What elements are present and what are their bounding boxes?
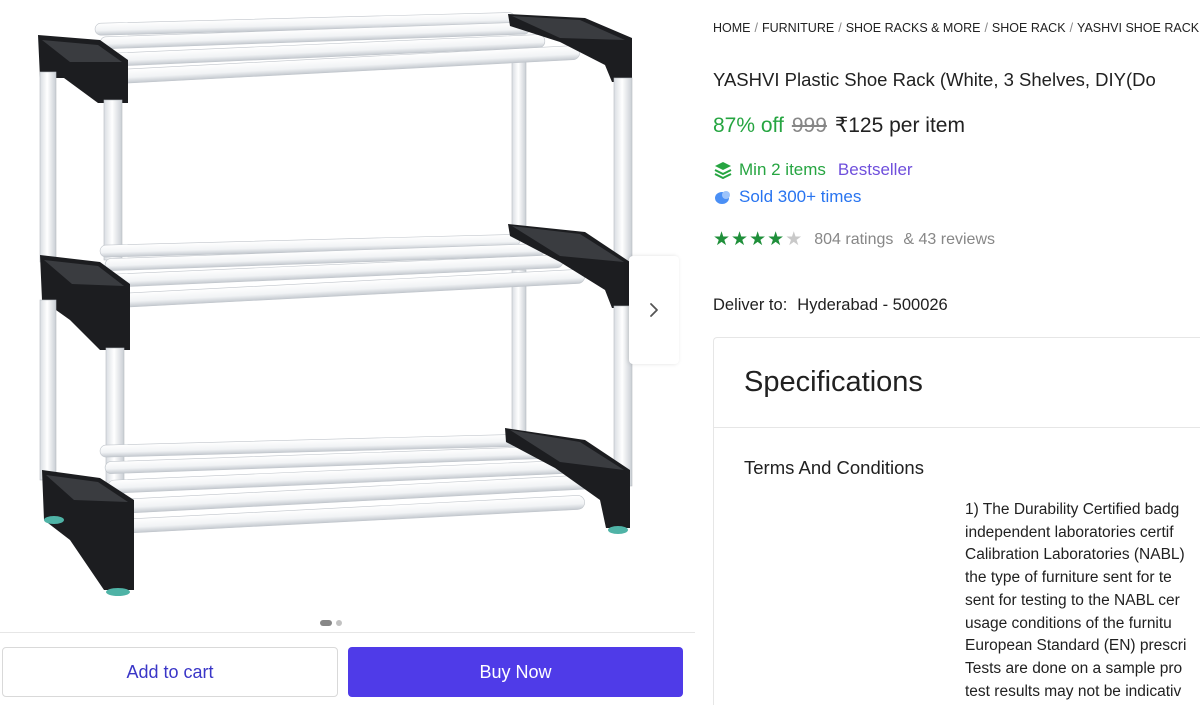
breadcrumb-separator: / — [754, 21, 758, 35]
specifications-card: Specifications Terms And Conditions 1) T… — [713, 337, 1200, 705]
deliver-to-label: Deliver to: — [713, 296, 788, 314]
terms-title: Terms And Conditions — [744, 457, 924, 478]
reviews-count: & 43 reviews — [903, 230, 995, 248]
action-bar: Add to cart Buy Now — [0, 632, 695, 705]
chevron-right-icon — [650, 303, 658, 317]
price-row: 87% off 999 ₹125 per item — [713, 113, 965, 138]
star-filled-icon: ★ — [767, 229, 785, 250]
breadcrumb-separator: / — [984, 21, 988, 35]
add-to-cart-button[interactable]: Add to cart — [2, 647, 338, 697]
carousel-dot[interactable] — [336, 620, 342, 626]
terms-line: sent for testing to the NABL cer — [965, 591, 1180, 609]
selling-price: ₹125 per item — [834, 114, 965, 137]
star-empty-icon: ★ — [785, 229, 803, 250]
terms-line: independent laboratories certif — [965, 523, 1174, 541]
min-items-label: Min 2 items — [739, 160, 826, 179]
specifications-divider — [714, 427, 1200, 428]
terms-line: test results may not be indicativ — [965, 682, 1182, 700]
terms-line: 1) The Durability Certified badg — [965, 501, 1180, 518]
breadcrumb-separator: / — [1069, 21, 1074, 35]
sold-count-label: Sold 300+ times — [739, 187, 862, 206]
terms-line: the type of furniture sent for te — [965, 569, 1172, 587]
product-title: YASHVI Plastic Shoe Rack (White, 3 Shelv… — [713, 69, 1156, 90]
ratings-count: 804 ratings — [814, 230, 894, 248]
carousel-dot-active[interactable] — [320, 620, 332, 626]
stack-icon — [714, 162, 732, 179]
breadcrumb-shoe-rack[interactable]: SHOE RACK — [992, 21, 1066, 35]
product-gallery: Add to cart Buy Now — [0, 0, 695, 705]
breadcrumb-separator: / — [838, 21, 842, 35]
middle-shelf — [40, 224, 630, 350]
delivery-location[interactable]: Hyderabad - 500026 — [797, 296, 947, 315]
carousel-next-button[interactable] — [629, 256, 679, 364]
star-filled-icon: ★ — [713, 229, 731, 250]
original-price: 999 — [791, 114, 827, 137]
product-image[interactable] — [0, 0, 640, 610]
breadcrumb-shoe-racks-more[interactable]: SHOE RACKS & MORE — [846, 21, 981, 35]
star-filled-icon: ★ — [731, 229, 749, 250]
min-items-row: Min 2 items Bestseller — [713, 160, 913, 180]
star-filled-icon: ★ — [749, 229, 767, 250]
terms-line: Tests are done on a sample pro — [965, 659, 1183, 677]
buy-now-button[interactable]: Buy Now — [348, 647, 683, 697]
carousel-indicator — [320, 620, 342, 626]
product-details: HOME / FURNITURE / SHOE RACKS & MORE / SHOE RA… — [713, 0, 1200, 705]
terms-line: European Standard (EN) prescri — [965, 637, 1187, 655]
delivery-row[interactable]: Deliver to: Hyderabad - 500026 — [713, 296, 948, 315]
discount-percent: 87% off — [713, 114, 784, 137]
specifications-title: Specifications — [744, 366, 923, 398]
breadcrumb: HOME / FURNITURE / SHOE RACKS & MORE / SHOE RA… — [713, 21, 1200, 35]
terms-line: Calibration Laboratories (NABL) — [965, 546, 1185, 564]
top-shelf — [38, 12, 632, 103]
breadcrumb-home[interactable]: HOME — [713, 21, 751, 35]
sold-count-row: Sold 300+ times — [713, 187, 861, 207]
bottom-shelf — [42, 428, 630, 596]
breadcrumb-yashvi-shoe-rack[interactable]: YASHVI SHOE RACK — [1077, 21, 1199, 35]
terms-text: 1) The Durability Certified badg indepen… — [965, 499, 1200, 703]
bestseller-badge: Bestseller — [837, 160, 913, 179]
rating-stars: ★ ★ ★ ★ ★ — [713, 230, 802, 249]
rating-row[interactable]: ★ ★ ★ ★ ★ 804 ratings & 43 reviews — [713, 230, 995, 249]
terms-line: usage conditions of the furnitu — [965, 614, 1172, 632]
breadcrumb-furniture[interactable]: FURNITURE — [762, 21, 834, 35]
shopping-bag-icon — [715, 191, 730, 204]
